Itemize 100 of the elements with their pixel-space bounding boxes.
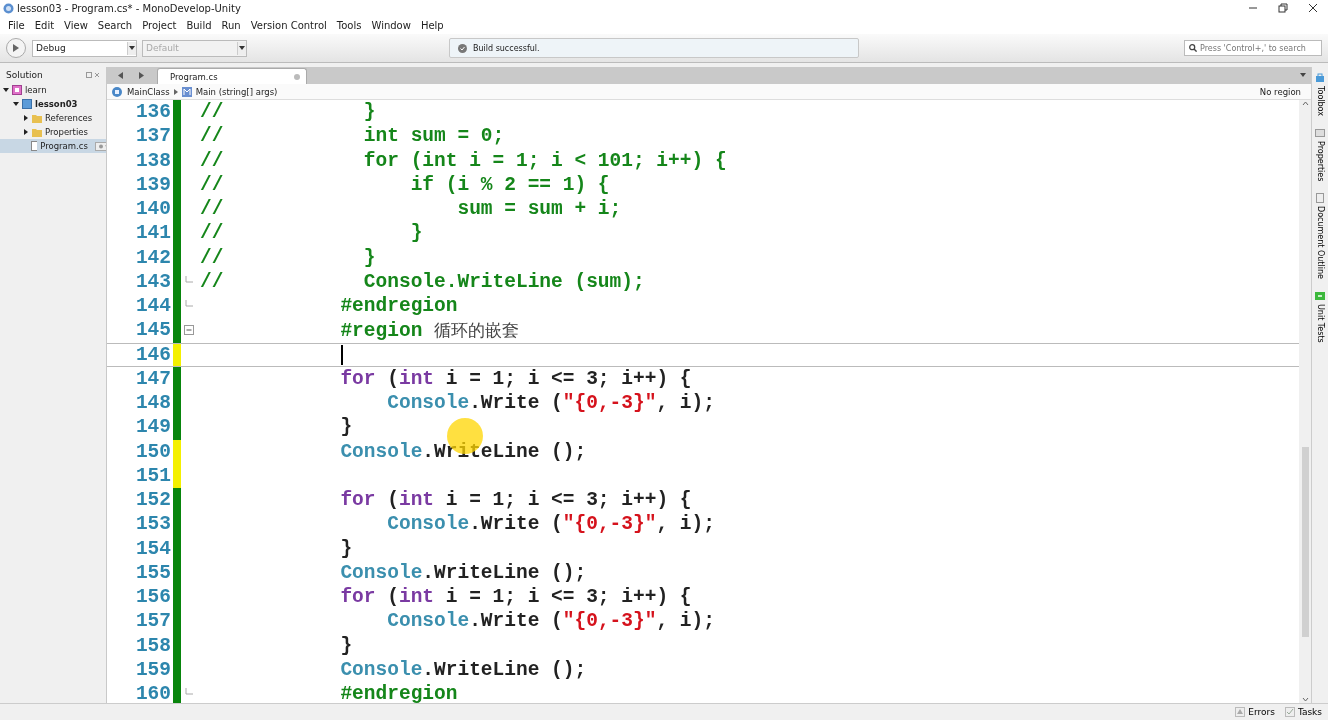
status-bar-button[interactable]: Tasks <box>1284 707 1322 717</box>
code-line: Console.WriteLine (); <box>339 561 587 584</box>
code-line: // } <box>200 222 423 245</box>
scroll-down-icon[interactable] <box>1301 697 1309 703</box>
code-line: for (int i = 1; i <= 3; i++) { <box>339 367 692 390</box>
line-number: 148 <box>134 392 171 415</box>
scrollbar-thumb[interactable] <box>1301 446 1309 637</box>
code-line: Console.WriteLine (); <box>339 658 587 681</box>
line-number: 160 <box>134 683 171 703</box>
collapse-icon[interactable] <box>184 325 194 336</box>
dock-tab[interactable]: Properties <box>1315 128 1325 182</box>
pad-title: Solution <box>6 70 43 80</box>
tree-item[interactable]: learn <box>0 83 106 97</box>
tree-item[interactable]: lesson03 <box>0 97 106 111</box>
play-icon <box>12 43 20 53</box>
line-number: 150 <box>134 440 171 463</box>
collapsed-arrow-icon[interactable] <box>23 115 29 121</box>
search-field[interactable]: Press 'Control+,' to search <box>1184 40 1322 56</box>
dock-tab[interactable]: Document Outline <box>1315 193 1325 280</box>
menu-item[interactable]: Search <box>92 19 138 31</box>
line-number: 151 <box>134 464 171 487</box>
code-line: } <box>339 416 353 439</box>
line-number: 149 <box>134 416 171 439</box>
code-line: // if (i % 2 == 1) { <box>200 173 610 196</box>
toolbox-icon <box>1315 73 1325 83</box>
line-number: 154 <box>134 537 171 560</box>
scroll-up-icon[interactable] <box>1301 100 1309 106</box>
menu-item[interactable]: Build <box>181 19 217 31</box>
file-icon <box>30 141 38 151</box>
line-number: 136 <box>134 101 171 124</box>
tree-item-selected[interactable]: Program.cs <box>0 139 106 153</box>
line-number: 158 <box>134 634 171 657</box>
warning-icon <box>1235 707 1246 717</box>
menu-item[interactable]: Edit <box>29 19 60 31</box>
separator-arrow-icon <box>173 88 178 95</box>
code-line: // } <box>200 246 376 269</box>
line-number: 139 <box>134 173 171 196</box>
line-number: 142 <box>134 246 171 269</box>
status-message: Build successful. <box>473 43 540 53</box>
line-number: 145 <box>134 319 171 342</box>
line-number: 155 <box>134 561 171 584</box>
line-number: 143 <box>134 270 171 293</box>
properties-icon <box>1315 128 1325 138</box>
code-line: #endregion <box>339 683 458 703</box>
menu-item[interactable]: Help <box>415 19 449 31</box>
code-line: Console.WriteLine (); <box>339 440 587 463</box>
forward-arrow-icon[interactable] <box>138 72 144 79</box>
line-number: 157 <box>134 610 171 633</box>
code-line: // } <box>200 101 376 124</box>
back-arrow-icon[interactable] <box>118 72 124 79</box>
code-line: Console.Write ("{0,-3}", i); <box>386 392 715 415</box>
menu-item[interactable]: Version Control <box>245 19 332 31</box>
configuration-dropdown[interactable]: Debug <box>32 39 137 57</box>
window-title: lesson03 - Program.cs* - MonoDevelop-Unity <box>17 2 242 14</box>
caret-icon <box>129 46 135 50</box>
expanded-arrow-icon[interactable] <box>3 87 9 93</box>
code-line: // sum = sum + i; <box>200 198 622 221</box>
code-line: } <box>339 537 353 560</box>
status-bar-button[interactable]: Errors <box>1235 707 1275 717</box>
line-number: 147 <box>134 367 171 390</box>
line-number: 141 <box>134 222 171 245</box>
restore-icon[interactable] <box>1278 3 1288 13</box>
menu-item[interactable]: Window <box>366 19 416 31</box>
menu-item[interactable]: Run <box>216 19 246 31</box>
tests-icon <box>1315 291 1325 302</box>
text-cursor <box>341 344 343 365</box>
caret-icon[interactable] <box>1300 73 1306 77</box>
line-number: 159 <box>134 658 171 681</box>
menu-item[interactable]: File <box>3 19 30 31</box>
dock-tab[interactable]: Unit Tests <box>1315 291 1325 344</box>
menu-item[interactable]: View <box>59 19 93 31</box>
code-line: #region 循环的嵌套 <box>339 318 520 342</box>
line-number: 137 <box>134 125 171 148</box>
line-number: 144 <box>134 295 171 318</box>
tree-item[interactable]: Properties <box>0 125 106 139</box>
line-number: 140 <box>134 198 171 221</box>
solution-icon <box>12 85 22 95</box>
menu-item[interactable]: Tools <box>331 19 367 31</box>
code-line: Console.Write ("{0,-3}", i); <box>386 513 715 536</box>
code-line: for (int i = 1; i <= 3; i++) { <box>339 489 692 512</box>
code-line: // int sum = 0; <box>200 125 505 148</box>
scrollbar[interactable] <box>1299 100 1311 703</box>
tree-item[interactable]: References <box>0 111 106 125</box>
run-button[interactable] <box>6 38 26 58</box>
collapsed-arrow-icon[interactable] <box>23 129 29 135</box>
code-line: #endregion <box>339 295 458 318</box>
method-breadcrumb[interactable]: Main (string[] args) <box>195 86 278 97</box>
line-number: 138 <box>134 149 171 172</box>
dock-tab[interactable]: Toolbox <box>1315 73 1325 116</box>
class-icon <box>111 85 123 98</box>
region-breadcrumb[interactable]: No region <box>1259 86 1301 97</box>
class-breadcrumb[interactable]: MainClass <box>127 86 170 97</box>
document-icon <box>1315 193 1325 204</box>
line-number: 153 <box>134 513 171 536</box>
expanded-arrow-icon[interactable] <box>13 101 19 107</box>
project-icon <box>22 99 32 109</box>
editor-tab[interactable]: Program.cs <box>157 68 307 84</box>
line-number: 152 <box>134 489 171 512</box>
menu-item[interactable]: Project <box>137 19 182 31</box>
code-line: } <box>339 634 353 657</box>
